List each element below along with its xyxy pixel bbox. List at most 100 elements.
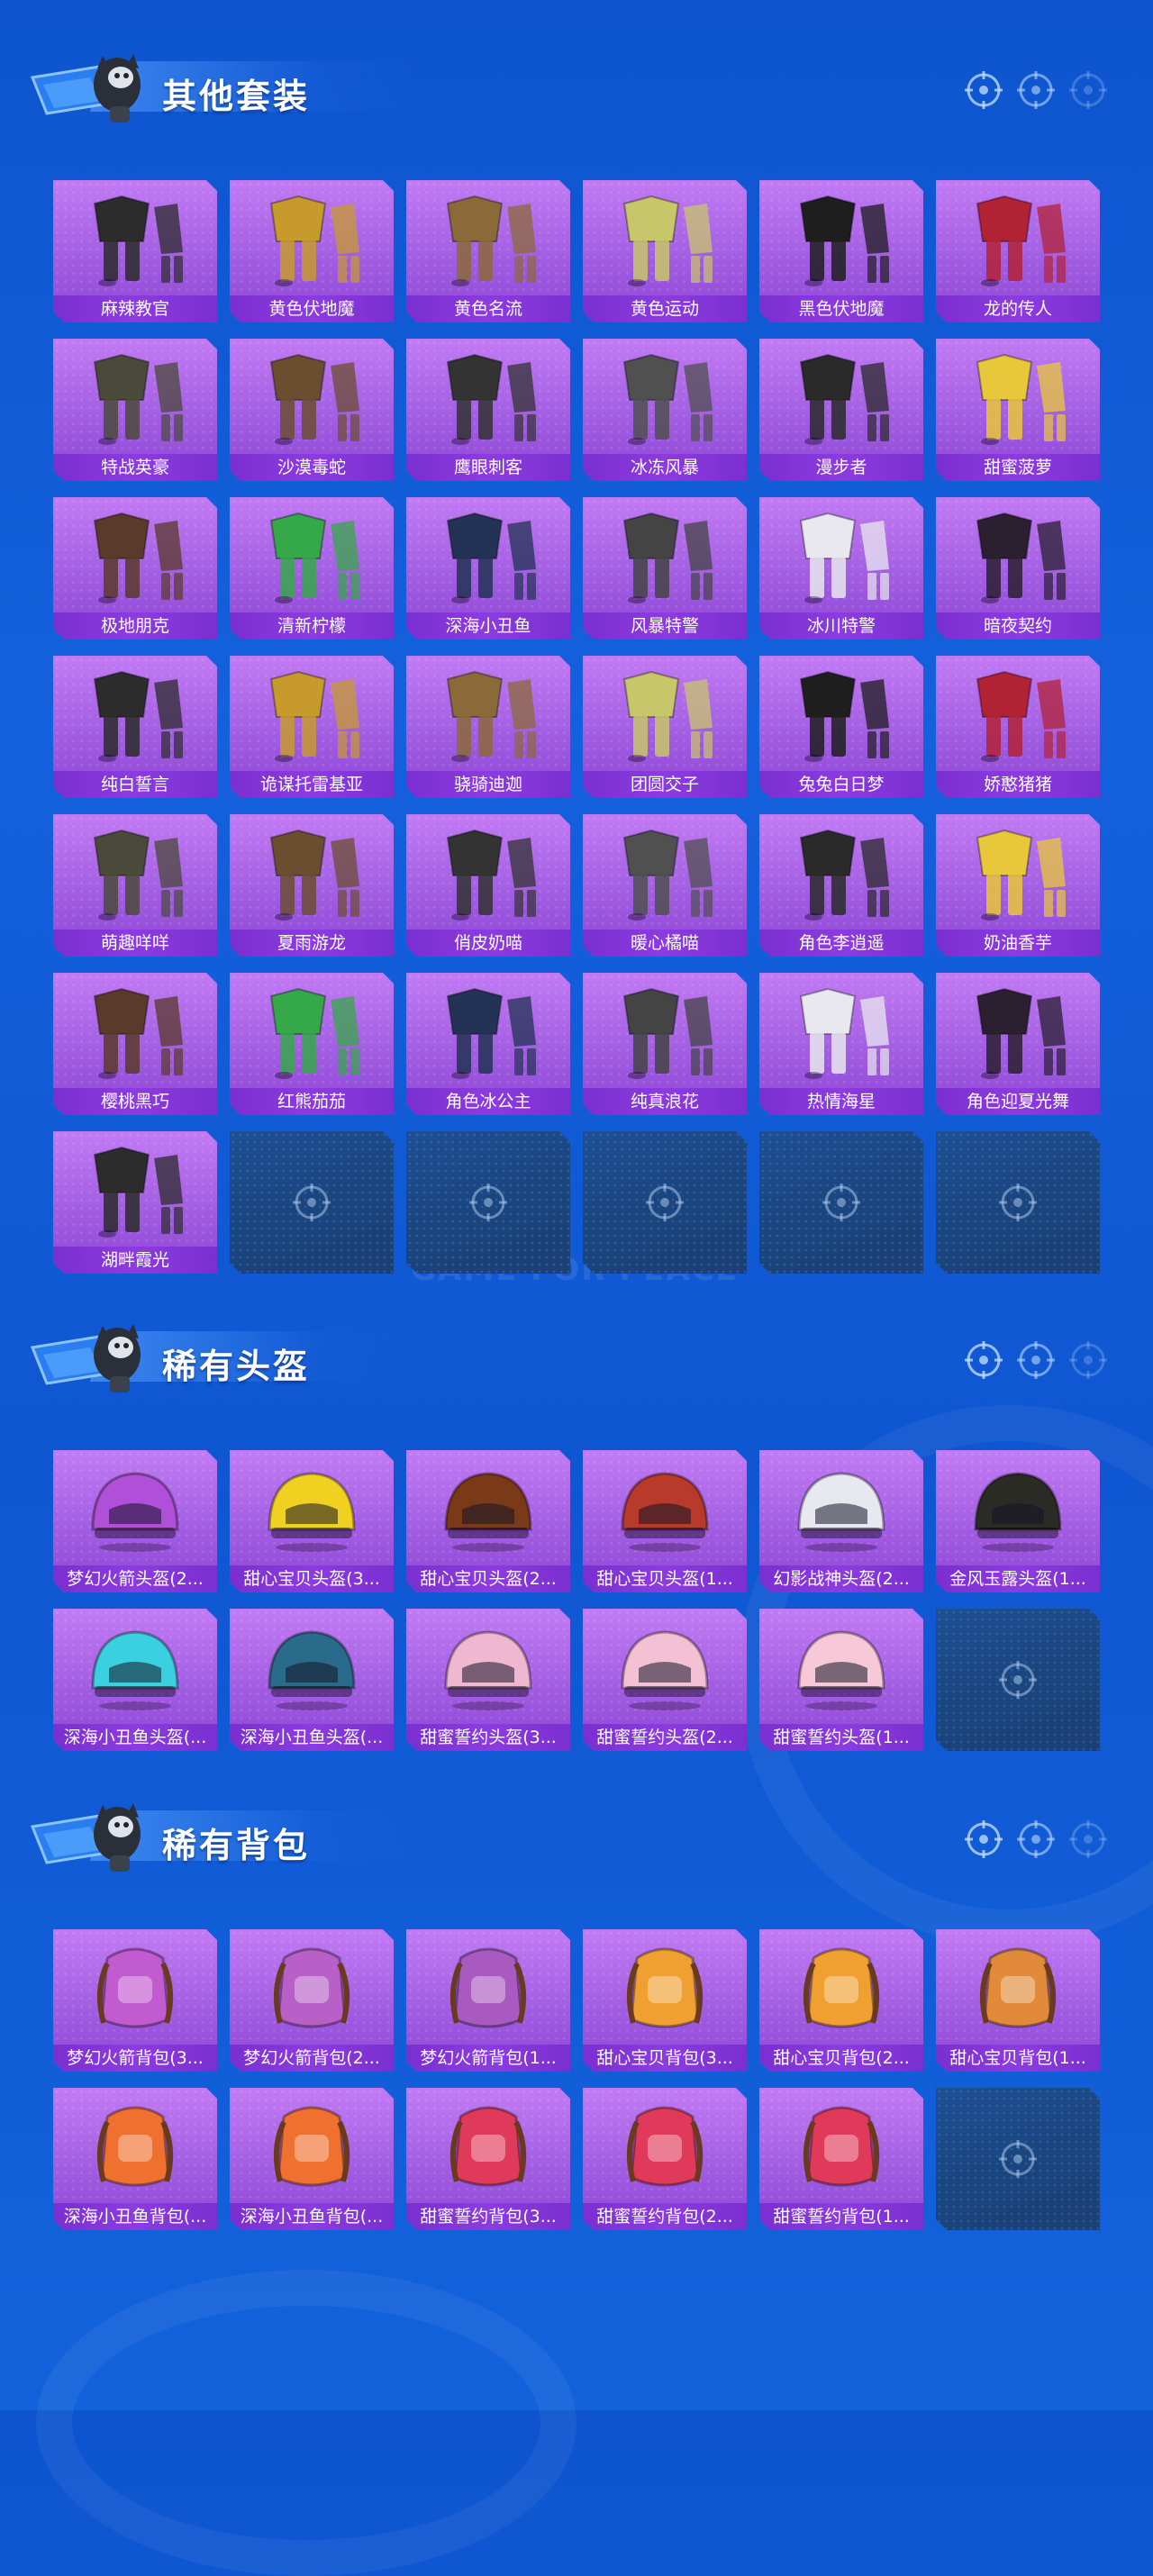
item-label: 暖心橘喵 bbox=[583, 930, 747, 957]
item-card[interactable]: 骁骑迪迦 bbox=[406, 656, 570, 798]
item-image bbox=[68, 1937, 203, 2037]
item-card[interactable]: 俏皮奶喵 bbox=[406, 814, 570, 957]
item-image bbox=[244, 1616, 379, 1717]
item-card[interactable]: 娇憨猪猪 bbox=[936, 656, 1100, 798]
item-card[interactable]: 梦幻火箭背包(2... bbox=[230, 1929, 394, 2072]
item-card[interactable]: 暗夜契约 bbox=[936, 497, 1100, 639]
item-card[interactable]: 红熊茄茄 bbox=[230, 973, 394, 1115]
item-image bbox=[774, 2095, 909, 2196]
item-card[interactable]: 深海小丑鱼头盔(... bbox=[53, 1609, 217, 1751]
item-card[interactable]: 梦幻火箭背包(1... bbox=[406, 1929, 570, 2072]
item-image bbox=[774, 1616, 909, 1717]
item-label: 纯白誓言 bbox=[53, 771, 217, 798]
item-card[interactable]: 麻辣教官 bbox=[53, 180, 217, 322]
item-card[interactable]: 角色迎夏光舞 bbox=[936, 973, 1100, 1115]
item-card[interactable]: 深海小丑鱼 bbox=[406, 497, 570, 639]
item-card[interactable]: 团圆交子 bbox=[583, 656, 747, 798]
crosshair-icon bbox=[964, 1340, 1003, 1380]
item-card[interactable]: 梦幻火箭头盔(2... bbox=[53, 1450, 217, 1592]
item-label: 深海小丑鱼背包(... bbox=[53, 2203, 217, 2230]
item-card[interactable]: 纯白誓言 bbox=[53, 656, 217, 798]
item-label: 冰川特警 bbox=[759, 612, 923, 639]
section-title: 其他套装 bbox=[162, 77, 311, 116]
item-card[interactable]: 风暴特警 bbox=[583, 497, 747, 639]
item-card[interactable]: 极地朋克 bbox=[53, 497, 217, 639]
item-label: 黑色伏地魔 bbox=[759, 295, 923, 322]
item-label: 幻影战神头盔(2... bbox=[759, 1565, 923, 1592]
item-label: 奶油香芋 bbox=[936, 930, 1100, 957]
item-card[interactable]: 甜心宝贝背包(2... bbox=[759, 1929, 923, 2072]
item-label: 红熊茄茄 bbox=[230, 1088, 394, 1115]
item-card[interactable]: 梦幻火箭背包(3... bbox=[53, 1929, 217, 2072]
item-card[interactable]: 甜心宝贝头盔(2... bbox=[406, 1450, 570, 1592]
item-card[interactable]: 龙的传人 bbox=[936, 180, 1100, 322]
item-card[interactable]: 黑色伏地魔 bbox=[759, 180, 923, 322]
item-card[interactable]: 黄色运动 bbox=[583, 180, 747, 322]
item-card[interactable]: 湖畔霞光 bbox=[53, 1131, 217, 1274]
item-card[interactable]: 甜心宝贝头盔(1... bbox=[583, 1450, 747, 1592]
item-card[interactable]: 黄色伏地魔 bbox=[230, 180, 394, 322]
section-title: 稀有头盔 bbox=[162, 1347, 311, 1386]
item-card[interactable]: 角色李逍遥 bbox=[759, 814, 923, 957]
section-header: 其他套装 bbox=[27, 38, 1108, 137]
item-card[interactable]: 樱桃黑巧 bbox=[53, 973, 217, 1115]
item-card[interactable]: 漫步者 bbox=[759, 339, 923, 481]
item-card[interactable]: 冰冻风暴 bbox=[583, 339, 747, 481]
item-card[interactable]: 甜蜜誓约背包(1... bbox=[759, 2088, 923, 2230]
item-card[interactable]: 深海小丑鱼头盔(... bbox=[230, 1609, 394, 1751]
item-card[interactable]: 甜心宝贝背包(3... bbox=[583, 1929, 747, 2072]
crosshair-icon bbox=[998, 2139, 1038, 2179]
crosshair-icon bbox=[1068, 1819, 1108, 1859]
item-image bbox=[597, 821, 732, 922]
item-image bbox=[244, 821, 379, 922]
item-card[interactable]: 甜蜜誓约头盔(1... bbox=[759, 1609, 923, 1751]
item-label: 特战英豪 bbox=[53, 454, 217, 481]
item-label: 甜心宝贝头盔(3... bbox=[230, 1565, 394, 1592]
item-card[interactable]: 夏雨游龙 bbox=[230, 814, 394, 957]
item-card[interactable]: 深海小丑鱼背包(... bbox=[230, 2088, 394, 2230]
item-image bbox=[68, 346, 203, 447]
item-image bbox=[421, 187, 556, 288]
item-card[interactable]: 甜心宝贝背包(1... bbox=[936, 1929, 1100, 2072]
item-card[interactable]: 冰川特警 bbox=[759, 497, 923, 639]
item-card[interactable]: 幻影战神头盔(2... bbox=[759, 1450, 923, 1592]
item-card[interactable]: 甜蜜誓约头盔(2... bbox=[583, 1609, 747, 1751]
item-image bbox=[950, 346, 1085, 447]
mascot-icon bbox=[27, 1308, 153, 1398]
item-card[interactable]: 沙漠毒蛇 bbox=[230, 339, 394, 481]
item-card[interactable]: 纯真浪花 bbox=[583, 973, 747, 1115]
item-card[interactable]: 鹰眼刺客 bbox=[406, 339, 570, 481]
empty-slot bbox=[759, 1131, 923, 1274]
item-card[interactable]: 甜蜜誓约背包(2... bbox=[583, 2088, 747, 2230]
item-card[interactable]: 萌趣咩咩 bbox=[53, 814, 217, 957]
item-label: 甜蜜誓约头盔(1... bbox=[759, 1724, 923, 1751]
crosshair-icon bbox=[468, 1183, 508, 1222]
item-card[interactable]: 黄色名流 bbox=[406, 180, 570, 322]
crosshair-icon bbox=[998, 1660, 1038, 1700]
item-label: 深海小丑鱼头盔(... bbox=[53, 1724, 217, 1751]
item-card[interactable]: 角色冰公主 bbox=[406, 973, 570, 1115]
item-card[interactable]: 兔兔白日梦 bbox=[759, 656, 923, 798]
item-card[interactable]: 甜心宝贝头盔(3... bbox=[230, 1450, 394, 1592]
item-image bbox=[244, 1937, 379, 2037]
item-card[interactable]: 特战英豪 bbox=[53, 339, 217, 481]
item-card[interactable]: 诡谋托雷基亚 bbox=[230, 656, 394, 798]
item-card[interactable]: 甜蜜菠萝 bbox=[936, 339, 1100, 481]
item-image bbox=[421, 821, 556, 922]
item-image bbox=[68, 1138, 203, 1239]
item-card[interactable]: 深海小丑鱼背包(... bbox=[53, 2088, 217, 2230]
item-label: 沙漠毒蛇 bbox=[230, 454, 394, 481]
item-label: 梦幻火箭头盔(2... bbox=[53, 1565, 217, 1592]
item-card[interactable]: 甜蜜誓约头盔(3... bbox=[406, 1609, 570, 1751]
item-card[interactable]: 金风玉露头盔(1... bbox=[936, 1450, 1100, 1592]
item-image bbox=[774, 1457, 909, 1558]
item-card[interactable]: 暖心橘喵 bbox=[583, 814, 747, 957]
item-card[interactable]: 清新柠檬 bbox=[230, 497, 394, 639]
item-image bbox=[244, 663, 379, 764]
item-label: 甜蜜誓约头盔(2... bbox=[583, 1724, 747, 1751]
decor-crosshairs bbox=[964, 1340, 1108, 1380]
item-card[interactable]: 甜蜜誓约背包(3... bbox=[406, 2088, 570, 2230]
item-image bbox=[421, 1457, 556, 1558]
item-card[interactable]: 热情海星 bbox=[759, 973, 923, 1115]
item-card[interactable]: 奶油香芋 bbox=[936, 814, 1100, 957]
